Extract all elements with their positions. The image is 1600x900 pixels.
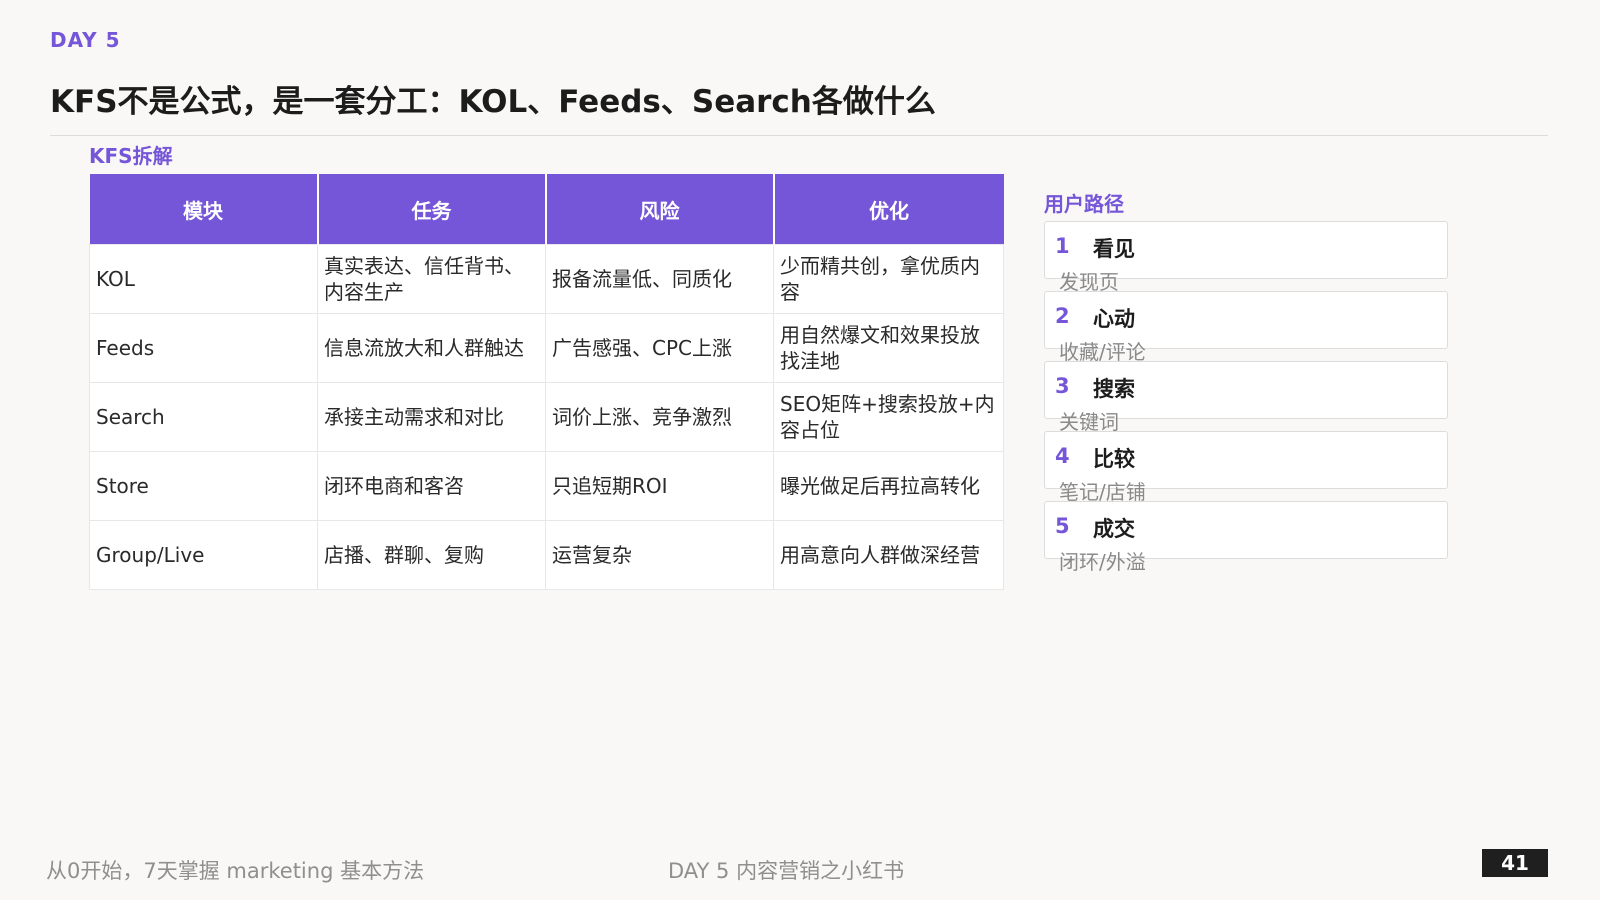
table-header-row: 模块 任务 风险 优化 — [89, 174, 1004, 245]
path-section-label: 用户路径 — [1044, 192, 1124, 216]
step-name: 心动 — [1093, 307, 1135, 331]
cell-risk: 报备流量低、同质化 — [545, 244, 774, 314]
step-number: 5 — [1055, 514, 1070, 538]
title-divider — [50, 135, 1548, 136]
cell-optimization: 用自然爆文和效果投放找洼地 — [773, 313, 1004, 383]
cell-optimization: 少而精共创，拿优质内容 — [773, 244, 1004, 314]
step-number: 1 — [1055, 234, 1070, 258]
cell-risk: 运营复杂 — [545, 520, 774, 590]
column-header-task: 任务 — [317, 174, 547, 245]
cell-optimization: 曝光做足后再拉高转化 — [773, 451, 1004, 521]
step-name: 看见 — [1093, 237, 1135, 261]
column-header-module: 模块 — [89, 174, 319, 245]
cell-risk: 词价上涨、竞争激烈 — [545, 382, 774, 452]
cell-module: Search — [89, 382, 318, 452]
step-number: 2 — [1055, 304, 1070, 328]
column-header-risk: 风险 — [545, 174, 775, 245]
cell-module: Group/Live — [89, 520, 318, 590]
path-step: 3 搜索 关键词 — [1044, 361, 1448, 434]
table-section-label: KFS拆解 — [89, 144, 173, 168]
step-description: 闭环/外溢 — [1059, 550, 1146, 574]
step-number: 3 — [1055, 374, 1070, 398]
path-step: 2 心动 收藏/评论 — [1044, 291, 1448, 364]
cell-optimization: SEO矩阵+搜索投放+内容占位 — [773, 382, 1004, 452]
step-name: 成交 — [1093, 517, 1135, 541]
cell-task: 店播、群聊、复购 — [317, 520, 546, 590]
table-row: Group/Live 店播、群聊、复购 运营复杂 用高意向人群做深经营 — [89, 520, 1004, 590]
step-name: 搜索 — [1093, 377, 1135, 401]
table-row: Store 闭环电商和客咨 只追短期ROI 曝光做足后再拉高转化 — [89, 451, 1004, 521]
cell-module: Store — [89, 451, 318, 521]
column-header-optimization: 优化 — [773, 174, 1004, 245]
path-step: 4 比较 笔记/店铺 — [1044, 431, 1448, 504]
kfs-table: 模块 任务 风险 优化 KOL 真实表达、信任背书、内容生产 报备流量低、同质化… — [89, 174, 1004, 590]
table-row: Feeds 信息流放大和人群触达 广告感强、CPC上涨 用自然爆文和效果投放找洼… — [89, 313, 1004, 383]
table-row: Search 承接主动需求和对比 词价上涨、竞争激烈 SEO矩阵+搜索投放+内容… — [89, 382, 1004, 452]
path-step: 5 成交 闭环/外溢 — [1044, 501, 1448, 574]
day-tag: DAY 5 — [50, 28, 121, 52]
path-step: 1 看见 发现页 — [1044, 221, 1448, 294]
cell-risk: 广告感强、CPC上涨 — [545, 313, 774, 383]
page-title: KFS不是公式，是一套分工：KOL、Feeds、Search各做什么 — [50, 84, 936, 120]
user-path-list: 1 看见 发现页 2 心动 收藏/评论 3 搜索 关键词 4 比较 笔记/店铺 … — [1044, 221, 1448, 574]
cell-task: 真实表达、信任背书、内容生产 — [317, 244, 546, 314]
cell-module: Feeds — [89, 313, 318, 383]
cell-optimization: 用高意向人群做深经营 — [773, 520, 1004, 590]
footer-course-title: 从0开始，7天掌握 marketing 基本方法 — [46, 859, 425, 883]
footer-chapter-title: DAY 5 内容营销之小红书 — [668, 859, 905, 883]
page-number: 41 — [1482, 849, 1548, 877]
step-number: 4 — [1055, 444, 1070, 468]
cell-task: 信息流放大和人群触达 — [317, 313, 546, 383]
cell-module: KOL — [89, 244, 318, 314]
cell-task: 闭环电商和客咨 — [317, 451, 546, 521]
cell-task: 承接主动需求和对比 — [317, 382, 546, 452]
step-name: 比较 — [1093, 447, 1135, 471]
table-row: KOL 真实表达、信任背书、内容生产 报备流量低、同质化 少而精共创，拿优质内容 — [89, 244, 1004, 314]
cell-risk: 只追短期ROI — [545, 451, 774, 521]
